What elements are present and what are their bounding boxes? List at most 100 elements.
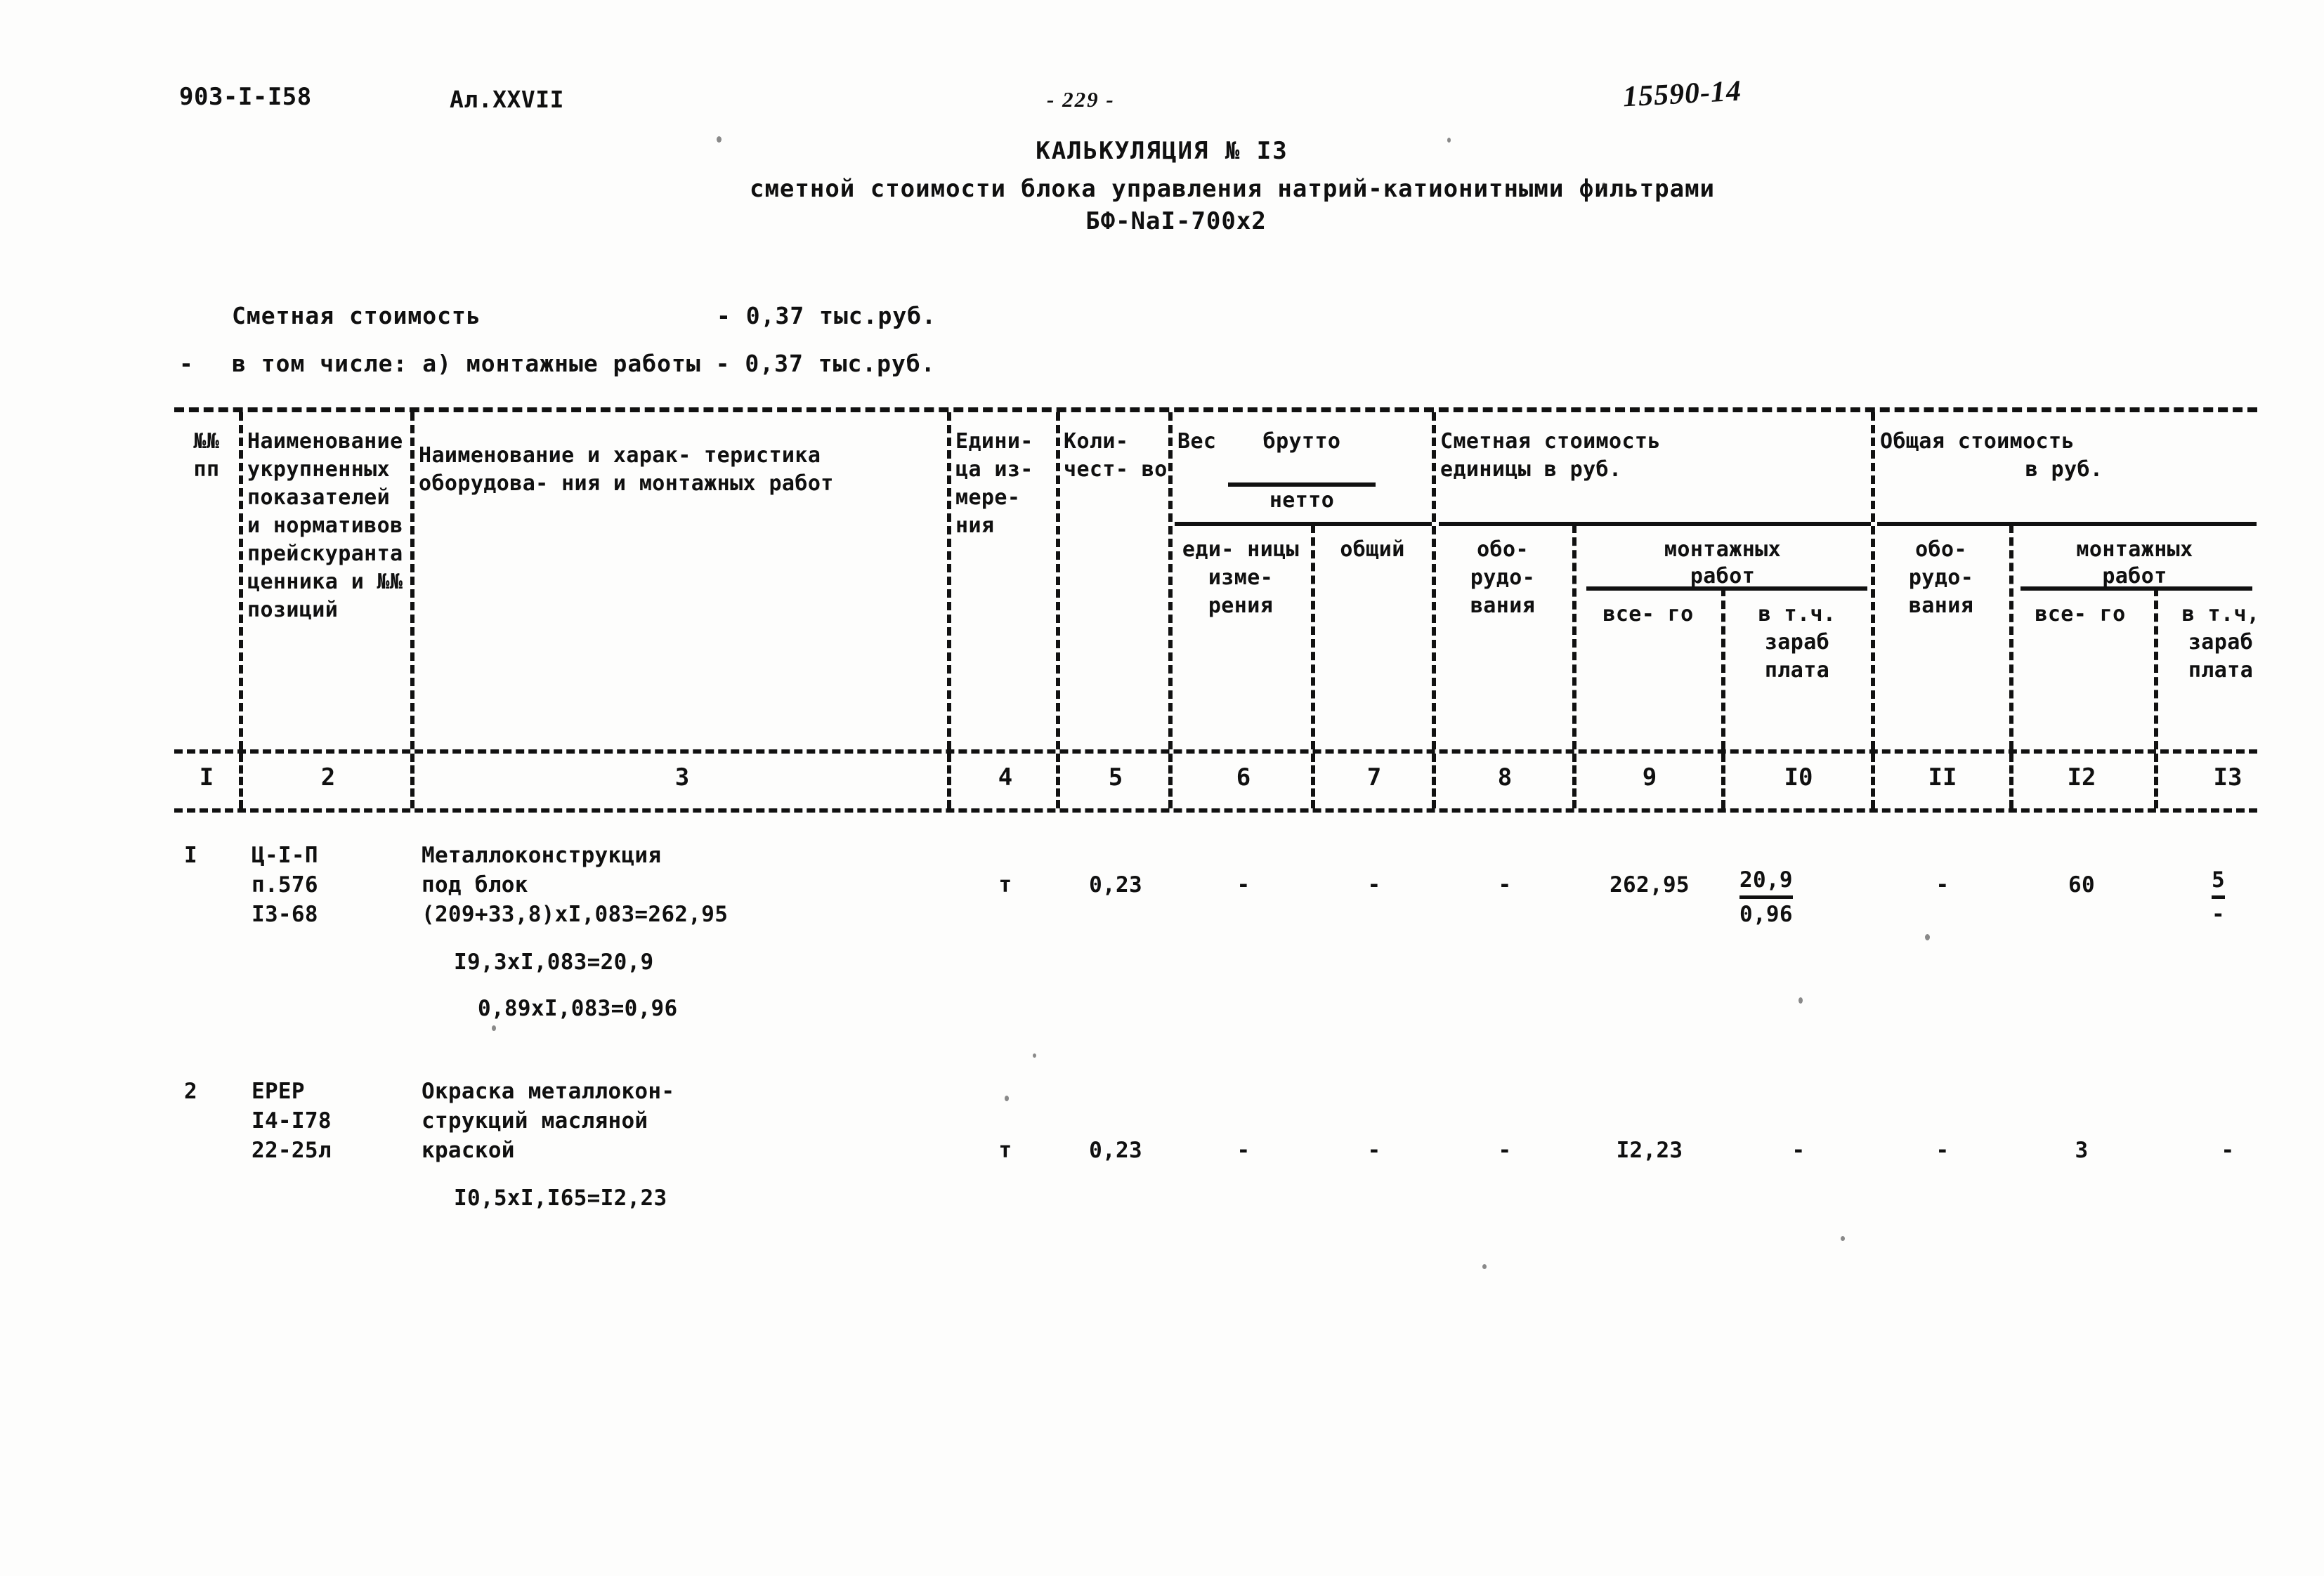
col-sep-10 bbox=[1871, 412, 1875, 749]
row1-description-line1: Металлоконструкция bbox=[422, 843, 662, 868]
row2-weight-per-unit: - bbox=[1236, 1138, 1251, 1163]
row1-total-equipment: - bbox=[1935, 872, 1950, 898]
colnum-4: 4 bbox=[998, 763, 1013, 792]
header-unit-cost-work-2: работ bbox=[1690, 564, 1756, 589]
archive-number: 15590-14 bbox=[1621, 74, 1743, 114]
colnum-10: I0 bbox=[1784, 763, 1813, 792]
document-code: 903-I-I58 bbox=[179, 83, 312, 111]
row1-total-work-wage-denominator: - bbox=[2212, 902, 2225, 927]
row2-total-work-wage: - bbox=[2221, 1138, 2235, 1163]
summary-breakdown: в том числе: а) монтажные работы - 0,37 … bbox=[232, 350, 936, 377]
row1-cost-work-wage-denominator: 0,96 bbox=[1739, 902, 1793, 927]
equipment-model: БФ-NaI-700х2 bbox=[1085, 207, 1267, 235]
numrow-sep-12 bbox=[2154, 754, 2158, 808]
scan-speckle bbox=[1841, 1236, 1845, 1241]
col-sep-6 bbox=[1311, 525, 1315, 749]
header-total-cost-work: монтажных bbox=[2076, 537, 2193, 562]
document-page: 903-I-I58 Ал.XXVII - 2 2 9 - 15590-14 КАЛЬ… bbox=[0, 0, 2324, 1576]
col-sep-8 bbox=[1572, 525, 1576, 749]
row2-total-equipment: - bbox=[1935, 1138, 1950, 1163]
header-total-cost-title: Общая стоимость bbox=[1880, 429, 2075, 454]
colnum-8: 8 bbox=[1497, 763, 1513, 792]
numrow-sep-11 bbox=[2009, 754, 2013, 808]
colnum-9: 9 bbox=[1642, 763, 1657, 792]
row1-calc-line3: 0,89хI,083=0,96 bbox=[478, 996, 678, 1021]
row2-description-line3: краской bbox=[422, 1138, 515, 1163]
header-unit-cost-work-total: все- го bbox=[1602, 602, 1694, 626]
header-unit-cost-work: монтажных bbox=[1664, 537, 1782, 562]
row1-calc-line2: I9,3хI,083=20,9 bbox=[454, 950, 654, 975]
unit-cost-group-rule bbox=[1439, 522, 1871, 526]
scan-speckle bbox=[1799, 997, 1803, 1004]
numrow-sep-6 bbox=[1311, 754, 1315, 808]
row2-number: 2 bbox=[184, 1079, 197, 1104]
row1-cost-work-total: 262,95 bbox=[1610, 872, 1690, 898]
table-header: №№ пп Наименование укрупненных показател… bbox=[174, 412, 2259, 749]
row1-total-work-wage: 5- bbox=[2212, 866, 2225, 929]
weight-group-rule bbox=[1175, 522, 1432, 526]
table-top-rule bbox=[174, 407, 2257, 412]
row2-reference: ЕРЕР I4-I78 22-25л bbox=[252, 1079, 332, 1163]
row2-weight-total: - bbox=[1367, 1138, 1381, 1163]
numrow-sep-1 bbox=[239, 754, 243, 808]
row1-total-work-wage-bar bbox=[2212, 895, 2225, 899]
header-weight-total: общий bbox=[1340, 537, 1405, 562]
summary-dash-prefix: - bbox=[179, 350, 194, 377]
summary-total-value: - 0,37 тыс.руб. bbox=[717, 302, 937, 329]
row1-unit: т bbox=[998, 872, 1012, 898]
colnum-2: 2 bbox=[320, 763, 336, 792]
numrow-sep-4 bbox=[1056, 754, 1060, 808]
row1-total-work-wage-numerator: 5 bbox=[2212, 867, 2225, 893]
scan-speckle bbox=[1447, 138, 1451, 143]
scan-speckle bbox=[1033, 1053, 1036, 1058]
numrow-sep-3 bbox=[947, 754, 951, 808]
col-sep-9 bbox=[1721, 588, 1725, 749]
colnum-6: 6 bbox=[1236, 763, 1251, 792]
colnum-7: 7 bbox=[1366, 763, 1382, 792]
row2-calc-line1: I0,5хI,I65=I2,23 bbox=[454, 1186, 667, 1211]
header-col-description: Наименование и харак- теристика оборудов… bbox=[419, 443, 834, 496]
numrow-sep-9 bbox=[1721, 754, 1725, 808]
summary-total-label: Сметная стоимость bbox=[232, 302, 481, 329]
scan-speckle bbox=[1602, 183, 1606, 188]
row1-description-line2: под блок bbox=[422, 872, 528, 898]
header-total-cost-work-2: работ bbox=[2102, 564, 2167, 589]
col-sep-1 bbox=[239, 412, 243, 749]
row1-cost-work-wage-bar bbox=[1739, 895, 1793, 899]
scan-speckle bbox=[717, 136, 722, 143]
header-unit-cost-work-wage: в т.ч. зараб плата bbox=[1758, 602, 1836, 683]
row1-cost-work-wage-numerator: 20,9 bbox=[1739, 867, 1793, 893]
header-total-cost-work-wage: в т.ч, зараб плата bbox=[2181, 602, 2260, 683]
row2-description-line2: струкций масляной bbox=[422, 1108, 648, 1134]
header-unit-cost-subtitle: единицы в руб. bbox=[1440, 457, 1622, 482]
colnum-13: I3 bbox=[2213, 763, 2243, 792]
scan-speckle bbox=[492, 1025, 496, 1031]
header-weight-netto: нетто bbox=[1269, 488, 1335, 513]
total-cost-group-rule bbox=[1877, 522, 2257, 526]
row1-weight-per-unit: - bbox=[1236, 872, 1251, 898]
col-sep-3 bbox=[947, 412, 951, 749]
row1-reference: Ц-I-П п.576 I3-68 bbox=[252, 843, 318, 927]
header-col-unit: Едини- ца из- мере- ния bbox=[955, 429, 1033, 538]
row2-total-work-total: 3 bbox=[2075, 1138, 2089, 1163]
col-sep-2 bbox=[410, 412, 414, 749]
row2-cost-work-total: I2,23 bbox=[1616, 1138, 1683, 1163]
row2-cost-work-wage: - bbox=[1791, 1138, 1806, 1163]
row1-cost-work-wage: 20,9 0,96 bbox=[1739, 866, 1793, 929]
header-col-quantity: Коли- чест- во bbox=[1064, 429, 1168, 482]
numrow-sep-8 bbox=[1572, 754, 1576, 808]
header-unit-cost-equipment: обо- рудо- вания bbox=[1470, 537, 1536, 618]
colnum-5: 5 bbox=[1108, 763, 1123, 792]
row2-description-line1: Окраска металлокон- bbox=[422, 1079, 675, 1104]
header-weight-per-unit: еди- ницы изме- рения bbox=[1182, 537, 1300, 618]
album-code: Ал.XXVII bbox=[450, 86, 564, 113]
header-col-number: №№ пп bbox=[193, 429, 220, 482]
page-subtitle: сметной стоимости блока управления натри… bbox=[749, 175, 1716, 203]
numrow-sep-5 bbox=[1168, 754, 1173, 808]
header-total-cost-subtitle: в руб. bbox=[2025, 457, 2103, 482]
table-body: I Ц-I-П п.576 I3-68 Металлоконструкция п… bbox=[174, 813, 2257, 1346]
numrow-sep-10 bbox=[1871, 754, 1875, 808]
summary-total: Сметная стоимость - 0,37 тыс.руб. bbox=[232, 302, 936, 329]
title-block: КАЛЬКУЛЯЦИЯ № I3 сметной стоимости блока… bbox=[0, 137, 2324, 235]
colnum-3: 3 bbox=[674, 763, 690, 792]
